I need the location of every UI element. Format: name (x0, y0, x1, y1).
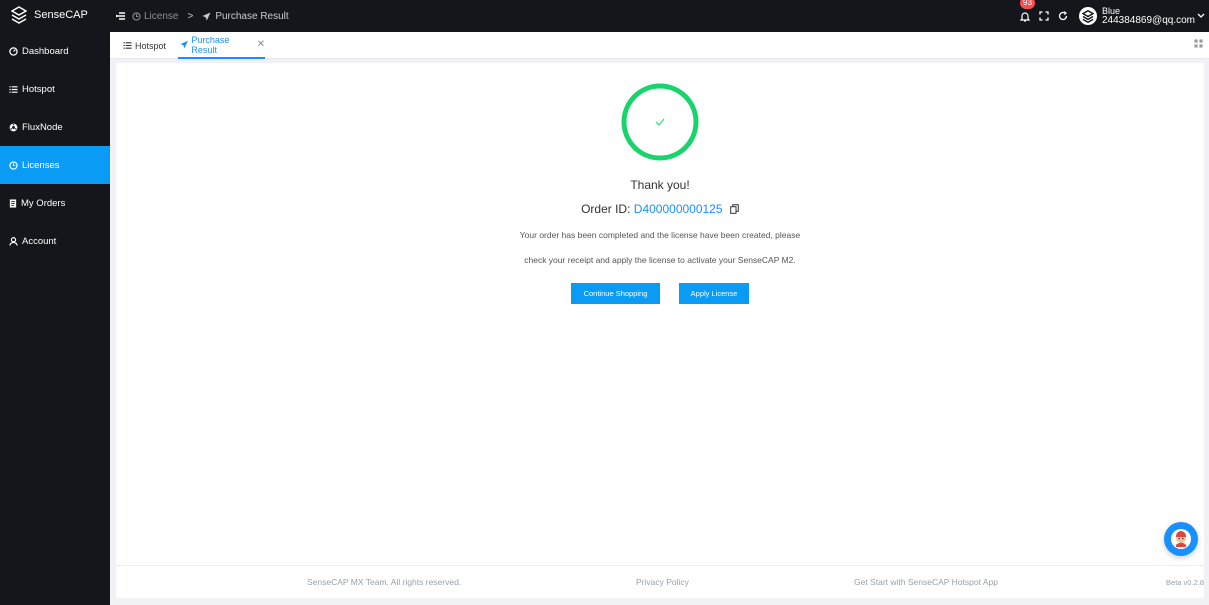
order-id[interactable]: D400000000125 (634, 202, 723, 216)
list-icon (9, 85, 18, 93)
footer-copyright: SenseCAP MX Team. All rights reserved. (307, 577, 462, 587)
refresh-icon (1058, 11, 1068, 21)
sidebar-item-label: My Orders (21, 197, 66, 209)
breadcrumb-license[interactable]: License (132, 11, 178, 22)
copy-icon[interactable] (730, 204, 739, 214)
breadcrumb-current: Purchase Result (202, 10, 289, 22)
support-agent-icon (1171, 529, 1191, 549)
send-icon (180, 40, 188, 49)
result-title: Thank you! (630, 178, 690, 192)
sidebar: Dashboard Hotspot FluxNode Licenses My O… (0, 32, 110, 605)
breadcrumb-license-label: License (144, 10, 179, 22)
refresh-button[interactable] (1055, 8, 1071, 24)
sidebar-item-fluxnode[interactable]: FluxNode (0, 108, 110, 146)
app-name: SenseCAP (34, 9, 88, 21)
grid-icon[interactable] (1194, 39, 1203, 48)
footer: SenseCAP MX Team. All rights reserved. P… (116, 565, 1204, 598)
sidebar-item-label: Account (22, 235, 57, 247)
continue-shopping-button[interactable]: Continue Shopping (571, 283, 660, 304)
user-email: 244384869@qq.com (1102, 15, 1195, 26)
send-icon (202, 11, 211, 21)
collapse-menu-icon[interactable] (116, 11, 126, 21)
success-check-icon (621, 83, 699, 161)
app-logo[interactable]: SenseCAP (11, 6, 88, 24)
fullscreen-icon (1039, 11, 1049, 21)
flux-icon (9, 123, 18, 131)
list-icon (123, 42, 132, 49)
fullscreen-button[interactable] (1036, 8, 1052, 24)
tab-label: Hotspot (135, 40, 167, 51)
main-panel: Thank you! Order ID: D400000000125 Your … (116, 63, 1204, 598)
sidebar-item-label: FluxNode (22, 121, 63, 133)
notification-badge: 93 (1020, 0, 1035, 9)
result-message-line2: check your receipt and apply the license… (524, 255, 796, 265)
account-icon (9, 236, 18, 246)
sidebar-item-label: Hotspot (22, 83, 55, 95)
tab-hotspot[interactable]: Hotspot (123, 32, 166, 59)
orders-icon (9, 198, 17, 208)
sidebar-item-label: Licenses (22, 159, 60, 171)
sidebar-item-licenses[interactable]: Licenses (0, 146, 110, 184)
order-label: Order ID: (581, 202, 631, 216)
breadcrumb-separator: > (187, 10, 194, 22)
clock-icon (132, 11, 141, 21)
header-actions: 93 Blue 244384869@qq.com (1017, 0, 1209, 32)
sidebar-item-hotspot[interactable]: Hotspot (0, 70, 110, 108)
sidebar-item-dashboard[interactable]: Dashboard (0, 32, 110, 70)
sensecap-logo-icon (11, 6, 27, 24)
footer-get-start-link[interactable]: Get Start with SenseCAP Hotspot App (854, 577, 998, 587)
success-indicator (620, 82, 700, 167)
result-message-line1: Your order has been completed and the li… (519, 230, 801, 240)
order-line: Order ID: D400000000125 (116, 202, 1204, 216)
footer-privacy-link[interactable]: Privacy Policy (636, 577, 689, 587)
sensecap-logo-icon (1082, 9, 1094, 23)
close-icon[interactable]: ✕ (257, 39, 265, 50)
sidebar-item-my-orders[interactable]: My Orders (0, 184, 110, 222)
license-icon (9, 160, 18, 170)
sidebar-item-label: Dashboard (22, 45, 69, 57)
notification-button[interactable]: 93 (1017, 0, 1035, 24)
tabs-bar: Hotspot Purchase Result ✕ (110, 32, 1209, 59)
chevron-down-icon[interactable] (1197, 13, 1205, 19)
support-chat-button[interactable] (1164, 522, 1198, 556)
avatar[interactable] (1079, 7, 1097, 25)
bell-icon (1020, 11, 1030, 22)
tab-purchase-result[interactable]: Purchase Result ✕ (178, 32, 265, 59)
user-info[interactable]: Blue 244384869@qq.com (1102, 6, 1195, 26)
breadcrumb: License > Purchase Result (116, 0, 289, 32)
sidebar-item-account[interactable]: Account (0, 222, 110, 260)
top-bar: SenseCAP License > Purchase Result 93 Bl… (0, 0, 1209, 32)
dashboard-icon (9, 46, 18, 56)
footer-version: Beta v0.2.8 (1166, 578, 1204, 587)
breadcrumb-current-label: Purchase Result (215, 10, 289, 22)
apply-license-button[interactable]: Apply License (679, 283, 749, 304)
tab-label: Purchase Result (191, 34, 230, 55)
